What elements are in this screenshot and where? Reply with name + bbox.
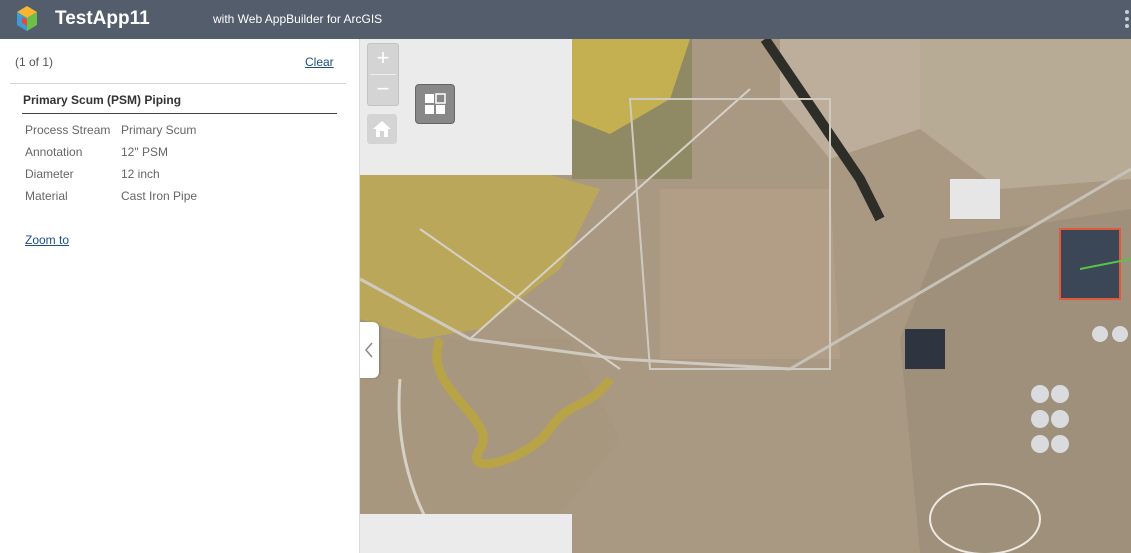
divider bbox=[10, 83, 346, 84]
clear-link[interactable]: Clear bbox=[305, 55, 334, 69]
divider bbox=[22, 113, 337, 114]
zoom-to-link[interactable]: Zoom to bbox=[25, 233, 69, 247]
app-subtitle: with Web AppBuilder for ArcGIS bbox=[213, 12, 383, 26]
attribute-row: Diameter 12 inch bbox=[25, 167, 160, 181]
aerial-imagery bbox=[360, 39, 1131, 553]
zoom-out-button[interactable]: − bbox=[368, 75, 398, 105]
attribute-value: 12 inch bbox=[121, 167, 160, 181]
more-options-icon[interactable] bbox=[1125, 10, 1131, 32]
app-title: TestApp11 bbox=[55, 8, 150, 29]
home-button[interactable] bbox=[367, 114, 397, 144]
feature-title: Primary Scum (PSM) Piping bbox=[23, 93, 182, 107]
collapse-panel-button[interactable] bbox=[360, 322, 379, 378]
feature-count: (1 of 1) bbox=[15, 55, 54, 69]
attribute-value: 12" PSM bbox=[121, 145, 168, 159]
chevron-left-icon bbox=[365, 342, 373, 358]
attribute-row: Material Cast Iron Pipe bbox=[25, 189, 197, 203]
attribute-row: Process Stream Primary Scum bbox=[25, 123, 196, 137]
popup-panel: (1 of 1) Clear Primary Scum (PSM) Piping… bbox=[0, 39, 360, 553]
basemap-gallery-button[interactable] bbox=[415, 84, 455, 124]
attribute-row: Annotation 12" PSM bbox=[25, 145, 168, 159]
basemap-gallery-icon bbox=[425, 93, 446, 114]
zoom-controls: + − bbox=[367, 43, 399, 106]
attribute-key: Process Stream bbox=[25, 123, 111, 137]
attribute-key: Material bbox=[25, 189, 68, 203]
app-logo-icon bbox=[17, 6, 37, 31]
app-header: TestApp11 with Web AppBuilder for ArcGIS bbox=[0, 0, 1131, 39]
attribute-value: Primary Scum bbox=[121, 123, 197, 137]
zoom-in-button[interactable]: + bbox=[368, 44, 398, 74]
home-icon bbox=[373, 121, 391, 137]
attribute-value: Cast Iron Pipe bbox=[121, 189, 198, 203]
attribute-key: Annotation bbox=[25, 145, 83, 159]
attribute-key: Diameter bbox=[25, 167, 74, 181]
map-view[interactable]: + − bbox=[360, 39, 1131, 553]
